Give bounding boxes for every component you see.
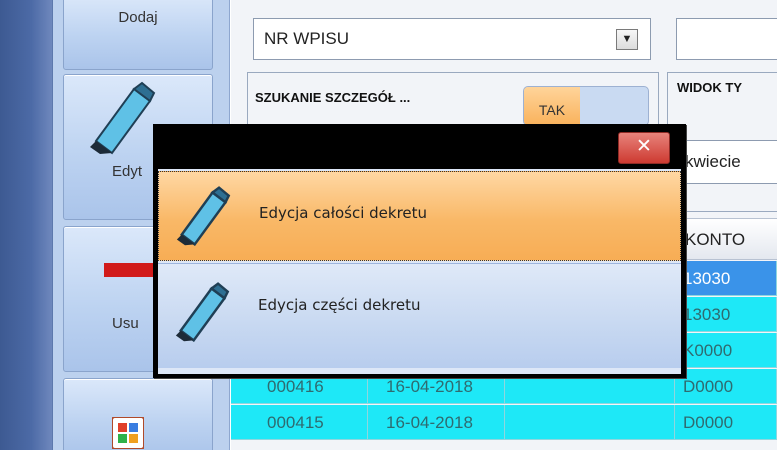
add-button-label: Dodaj [118, 9, 158, 26]
close-icon: ✕ [636, 136, 652, 157]
toggle-on-label: TAK [524, 87, 580, 125]
table-cell-konto: K0000 [675, 333, 777, 368]
menu-item-label: Edycja części dekretu [258, 296, 421, 314]
search-field-value: NR WPISU [264, 29, 349, 48]
table-cell-date1: 16-04-2018 [368, 405, 505, 440]
table-cell-konto: D0000 [675, 369, 777, 404]
table-cell-konto: D0000 [675, 405, 777, 440]
highlighter-icon [173, 186, 231, 250]
konto-column-header[interactable]: KONTO [676, 218, 777, 260]
table-cell-nr: 000415 [231, 405, 368, 440]
konto-header-label: KONTO [685, 230, 746, 249]
highlighter-icon [86, 81, 156, 159]
detail-toggle[interactable]: TAK [523, 86, 649, 126]
edit-options-popup: ✕ Edycja całości dekretu Edycja części d… [153, 124, 686, 378]
month-value: kwiecie [685, 152, 741, 171]
table-cell-konto: 13030 [675, 297, 777, 332]
table-cell-konto: 13030 [675, 261, 777, 296]
detail-search-title: SZUKANIE SZCZEGÓŁ ... [255, 90, 411, 105]
side-strip [0, 0, 52, 450]
menu-item-label: Edycja całości dekretu [259, 204, 428, 222]
month-select[interactable]: kwiecie [676, 140, 777, 184]
menu-item-edit-part[interactable]: Edycja części dekretu [158, 263, 681, 368]
dropdown-arrow-icon[interactable]: ▼ [616, 29, 638, 50]
search-input[interactable] [676, 18, 777, 60]
add-button[interactable]: Dodaj [63, 0, 213, 70]
view-button[interactable] [63, 378, 213, 450]
table-cell-date2 [505, 405, 675, 440]
close-button[interactable]: ✕ [618, 132, 670, 164]
table-row[interactable]: 000415 16-04-2018 D0000 [231, 405, 777, 440]
grid-view-icon [111, 416, 145, 450]
highlighter-icon [172, 282, 230, 346]
search-field-combo[interactable]: NR WPISU ▼ [253, 18, 651, 60]
view-type-title: WIDOK TY [677, 80, 742, 95]
popup-menu: Edycja całości dekretu Edycja części dek… [158, 169, 681, 374]
menu-item-edit-whole[interactable]: Edycja całości dekretu [158, 171, 681, 261]
